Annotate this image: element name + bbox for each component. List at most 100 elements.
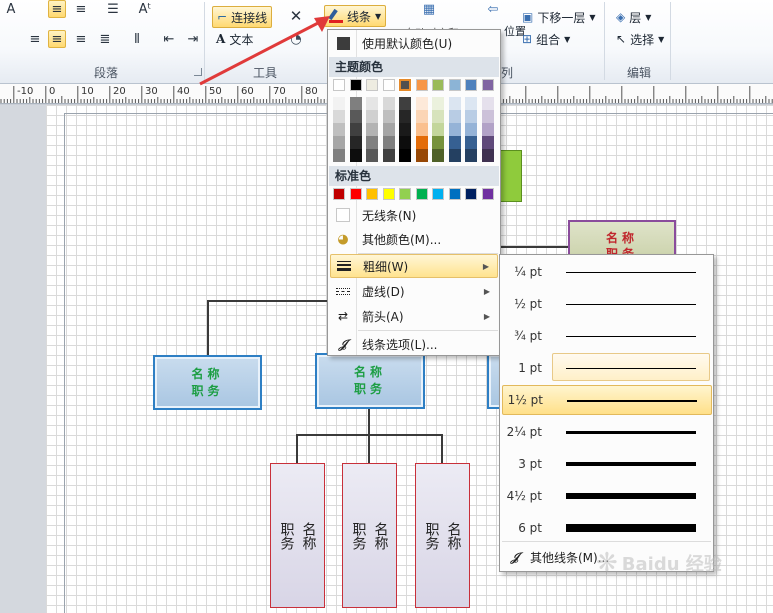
- theme-color-swatch[interactable]: [432, 79, 444, 91]
- sub-box-3[interactable]: 职务 名称: [415, 463, 470, 608]
- theme-shade-swatch[interactable]: [415, 136, 428, 149]
- theme-shade-swatch[interactable]: [382, 123, 395, 136]
- sub-box-1[interactable]: 职务 名称: [270, 463, 325, 608]
- text-size-icon[interactable]: Aᵗ: [136, 0, 154, 18]
- theme-shade-swatch[interactable]: [399, 97, 411, 110]
- font-size-icon[interactable]: A: [2, 0, 20, 18]
- theme-shade-swatch[interactable]: [432, 123, 444, 136]
- theme-color-swatch[interactable]: [465, 79, 477, 91]
- select-button[interactable]: ↖ 选择 ▼: [612, 28, 668, 50]
- standard-color-swatch[interactable]: [333, 188, 345, 200]
- theme-color-swatch[interactable]: [481, 79, 494, 91]
- position-icon[interactable]: ⇦: [484, 0, 502, 18]
- theme-shade-swatch[interactable]: [366, 149, 378, 162]
- standard-color-swatch[interactable]: [415, 188, 428, 200]
- theme-shade-swatch[interactable]: [349, 149, 362, 162]
- theme-shade-swatch[interactable]: [415, 149, 428, 162]
- theme-shade-swatch[interactable]: [382, 136, 395, 149]
- theme-color-swatch[interactable]: [448, 79, 461, 91]
- layers-button[interactable]: ◈ 层 ▼: [612, 6, 655, 28]
- line-options-item[interactable]: 𝒥 线条选项(L)...: [330, 332, 498, 356]
- theme-shade-swatch[interactable]: [415, 110, 428, 123]
- theme-shade-swatch[interactable]: [481, 123, 494, 136]
- theme-color-swatch[interactable]: [349, 79, 362, 91]
- theme-shade-swatch[interactable]: [481, 97, 494, 110]
- theme-shade-swatch[interactable]: [465, 136, 477, 149]
- sub-box-2[interactable]: 职务 名称: [342, 463, 397, 608]
- theme-shade-swatch[interactable]: [415, 123, 428, 136]
- default-color-item[interactable]: 使用默认颜色(U): [330, 31, 498, 55]
- vertical-text-icon[interactable]: ⫴: [128, 30, 146, 48]
- theme-shade-swatch[interactable]: [333, 97, 345, 110]
- theme-shade-swatch[interactable]: [333, 123, 345, 136]
- theme-color-swatch[interactable]: [333, 79, 345, 91]
- theme-shade-swatch[interactable]: [366, 136, 378, 149]
- weight-option[interactable]: ¼ pt: [502, 257, 712, 287]
- theme-shade-swatch[interactable]: [481, 110, 494, 123]
- theme-shade-swatch[interactable]: [465, 110, 477, 123]
- justify-icon[interactable]: ≣: [96, 30, 114, 48]
- weight-item[interactable]: 粗细(W) ▶: [330, 254, 498, 278]
- theme-shade-swatch[interactable]: [382, 149, 395, 162]
- theme-shade-swatch[interactable]: [349, 97, 362, 110]
- weight-option[interactable]: ½ pt: [502, 289, 712, 319]
- weight-option[interactable]: 3 pt: [502, 449, 712, 479]
- org-box-center[interactable]: 名称 职务: [315, 353, 425, 409]
- theme-shade-swatch[interactable]: [349, 123, 362, 136]
- theme-shade-swatch[interactable]: [366, 97, 378, 110]
- bullets-icon[interactable]: ☰: [104, 0, 122, 18]
- align-icon[interactable]: ▦: [420, 0, 438, 18]
- theme-shade-swatch[interactable]: [349, 136, 362, 149]
- weight-option[interactable]: 4½ pt: [502, 481, 712, 511]
- standard-color-swatch[interactable]: [349, 188, 362, 200]
- theme-shade-swatch[interactable]: [399, 149, 411, 162]
- theme-shade-swatch[interactable]: [448, 136, 461, 149]
- group-button[interactable]: ⊞ 组合 ▼: [518, 28, 574, 50]
- weight-option[interactable]: 6 pt: [502, 513, 712, 543]
- theme-shade-swatch[interactable]: [481, 149, 494, 162]
- org-box-left[interactable]: 名称 职务: [153, 355, 262, 410]
- theme-shade-swatch[interactable]: [399, 123, 411, 136]
- theme-shade-swatch[interactable]: [432, 97, 444, 110]
- theme-shade-swatch[interactable]: [465, 123, 477, 136]
- org-box-top[interactable]: 名称 职务: [568, 220, 676, 258]
- green-shape[interactable]: [500, 150, 522, 202]
- theme-shade-swatch[interactable]: [481, 136, 494, 149]
- theme-shade-swatch[interactable]: [399, 110, 411, 123]
- theme-shade-swatch[interactable]: [465, 149, 477, 162]
- weight-option[interactable]: 1½ pt: [502, 385, 712, 415]
- align-right-top-icon[interactable]: ≡: [72, 0, 90, 18]
- standard-color-swatch[interactable]: [448, 188, 461, 200]
- theme-shade-swatch[interactable]: [448, 97, 461, 110]
- theme-shade-swatch[interactable]: [382, 97, 395, 110]
- standard-color-swatch[interactable]: [366, 188, 378, 200]
- standard-color-swatch[interactable]: [432, 188, 444, 200]
- theme-shade-swatch[interactable]: [465, 97, 477, 110]
- align-right-icon[interactable]: ≡: [72, 30, 90, 48]
- theme-shade-swatch[interactable]: [448, 110, 461, 123]
- align-left-icon[interactable]: ≡: [26, 30, 44, 48]
- standard-color-swatch[interactable]: [481, 188, 494, 200]
- theme-shade-swatch[interactable]: [432, 136, 444, 149]
- theme-shade-swatch[interactable]: [415, 97, 428, 110]
- dashes-item[interactable]: 虚线(D) ▶: [330, 279, 498, 303]
- standard-color-swatch[interactable]: [382, 188, 395, 200]
- theme-shade-swatch[interactable]: [432, 149, 444, 162]
- theme-shade-swatch[interactable]: [448, 123, 461, 136]
- theme-shade-swatch[interactable]: [366, 123, 378, 136]
- theme-shade-swatch[interactable]: [349, 110, 362, 123]
- weight-option[interactable]: 2¼ pt: [502, 417, 712, 447]
- weight-option[interactable]: 1 pt: [502, 353, 712, 383]
- align-center-icon[interactable]: ≡: [48, 30, 66, 48]
- more-colors-item[interactable]: ◕ 其他颜色(M)...: [330, 227, 498, 251]
- no-line-item[interactable]: 无线条(N): [330, 203, 498, 227]
- weight-option[interactable]: ¾ pt: [502, 321, 712, 351]
- theme-shade-swatch[interactable]: [382, 110, 395, 123]
- theme-shade-swatch[interactable]: [448, 149, 461, 162]
- theme-color-swatch[interactable]: [382, 79, 395, 91]
- decrease-indent-icon[interactable]: ⇤: [160, 30, 178, 48]
- theme-shade-swatch[interactable]: [366, 110, 378, 123]
- align-center-top-icon[interactable]: ≡: [48, 0, 66, 18]
- theme-color-swatch[interactable]: [366, 79, 378, 91]
- theme-color-swatch[interactable]: [415, 79, 428, 91]
